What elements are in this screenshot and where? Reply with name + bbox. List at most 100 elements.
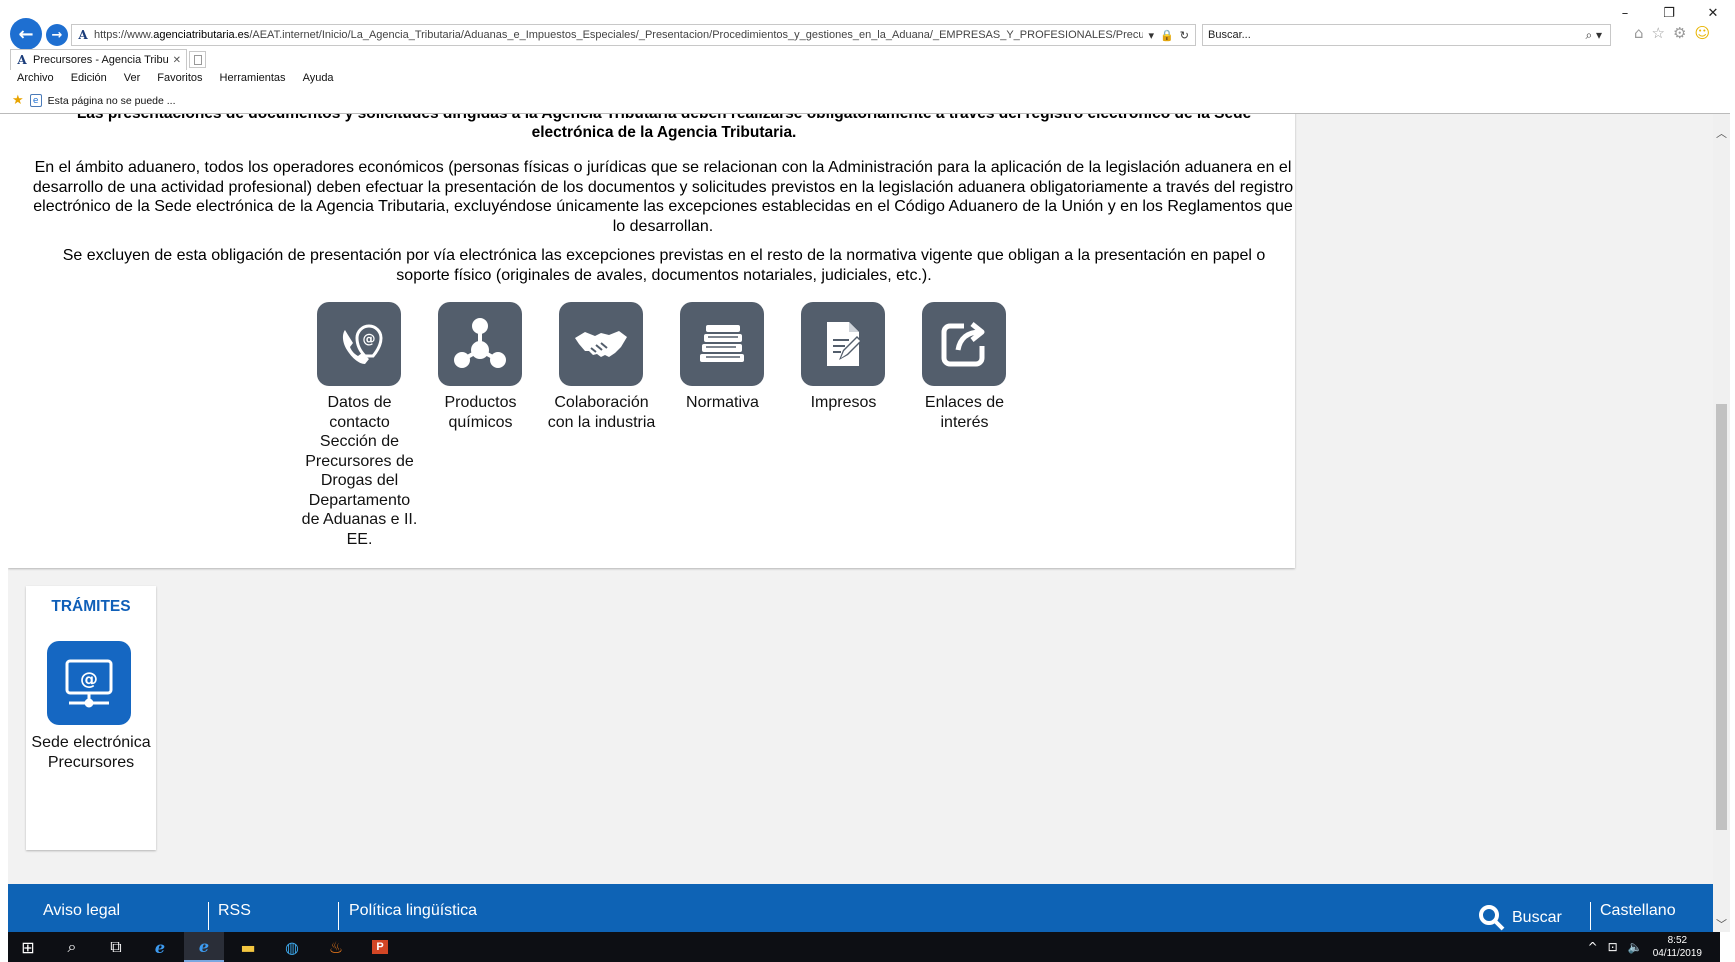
menu-bar: Archivo Edición Ver Favoritos Herramient… — [17, 72, 351, 84]
menu-ayuda[interactable]: Ayuda — [303, 72, 334, 84]
clock-date: 04/11/2019 — [1652, 948, 1702, 959]
new-tab-button[interactable] — [189, 51, 206, 68]
content-card: Las presentaciones de documentos y solic… — [8, 114, 1295, 568]
search-taskbar-icon[interactable]: ⌕ — [52, 932, 92, 962]
notice-text: Las presentaciones de documentos y solic… — [77, 114, 1251, 141]
window-controls: – ❐ ✕ — [1603, 0, 1735, 26]
menu-ver[interactable]: Ver — [124, 72, 141, 84]
browser-tab[interactable]: A Precursores - Agencia Tribu... ✕ — [10, 49, 187, 70]
tab-favicon: A — [17, 53, 27, 67]
footer-link-rss[interactable]: RSS — [218, 902, 251, 920]
home-icon[interactable]: ⌂ — [1634, 24, 1644, 42]
footer-divider — [208, 902, 209, 930]
footer-link-politica[interactable]: Política lingüística — [349, 902, 477, 920]
svg-text:@: @ — [80, 669, 98, 690]
volume-icon[interactable]: 🔈 — [1628, 940, 1643, 954]
globe-app-icon[interactable]: ◍ — [272, 932, 312, 962]
favorites-star-icon[interactable]: ★ — [12, 93, 24, 108]
scroll-up-icon[interactable]: ︿ — [1713, 124, 1730, 141]
page-icon: e — [29, 94, 42, 107]
minimize-button[interactable]: – — [1603, 0, 1647, 26]
favorites-item[interactable]: Esta página no se puede ... — [48, 95, 176, 107]
clock[interactable]: 8:52 04/11/2019 — [1653, 934, 1702, 960]
external-link-icon — [941, 322, 985, 367]
tile-label-links[interactable]: Enlaces de interés — [904, 393, 1025, 432]
gear-icon[interactable]: ⚙ — [1673, 24, 1686, 42]
windows-start-icon[interactable]: ⊞ — [8, 932, 48, 962]
menu-archivo[interactable]: Archivo — [17, 72, 54, 84]
chemicals-tile[interactable] — [438, 302, 522, 386]
windows-taskbar: ⊞ ⌕ ⧉ e e ▬ ◍ ♨ P ^ ⊡ 🔈 8:52 04/11/2019 — [8, 932, 1720, 962]
lock-icon[interactable]: 🔒 — [1160, 29, 1174, 42]
powerpoint-icon[interactable]: P — [360, 932, 400, 962]
sede-electronica-label[interactable]: Sede electrónica Precursores — [21, 733, 161, 772]
molecule-icon — [454, 318, 506, 368]
browser-tools: ⌂ ☆ ⚙ ☺ — [1634, 24, 1710, 42]
back-button[interactable]: ← — [10, 18, 42, 50]
tile-label-contact[interactable]: Datos de contacto Sección de Precursores… — [299, 393, 420, 549]
tile-label-forms[interactable]: Impresos — [783, 393, 904, 413]
task-view-icon[interactable]: ⧉ — [96, 932, 136, 962]
language-selector[interactable]: Castellano — [1600, 902, 1676, 920]
network-icon[interactable]: ⊡ — [1608, 940, 1618, 954]
url-path: /AEAT.internet/Inicio/La_Agencia_Tributa… — [249, 29, 1143, 41]
tab-title: Precursores - Agencia Tribu... — [33, 54, 168, 66]
smiley-icon[interactable]: ☺ — [1694, 24, 1710, 42]
tab-close-icon[interactable]: ✕ — [168, 55, 186, 66]
refresh-icon[interactable]: ↻ — [1180, 29, 1189, 42]
ie-icon[interactable]: e — [140, 932, 180, 962]
system-tray: ^ ⊡ 🔈 8:52 04/11/2019 — [1588, 932, 1702, 962]
footer-search-button[interactable]: Buscar — [1478, 904, 1562, 932]
site-footer: Aviso legal RSS Política lingüística Bus… — [8, 884, 1713, 932]
computer-at-icon: @ — [65, 659, 113, 708]
forward-button[interactable]: → — [46, 24, 68, 46]
url-prefix: https://www. — [94, 29, 154, 41]
tramites-title: TRÁMITES — [51, 598, 131, 615]
favorites-bar: ★ e Esta página no se puede ... — [12, 93, 176, 108]
tramites-card: TRÁMITES @ Sede electrónica Precursores — [26, 586, 156, 850]
file-explorer-icon[interactable]: ▬ — [228, 932, 268, 962]
links-tile[interactable] — [922, 302, 1006, 386]
star-icon[interactable]: ☆ — [1652, 24, 1665, 42]
url-domain: agenciatributaria.es — [153, 29, 250, 41]
browser-chrome: – ❐ ✕ ← → A https://www.agenciatributari… — [0, 0, 1735, 126]
search-icon[interactable]: ⌕ ▾ — [1585, 28, 1610, 43]
form-icon — [827, 322, 862, 366]
tile-label-chemicals[interactable]: Productos químicos — [420, 393, 541, 432]
arrow-right-icon: → — [51, 27, 63, 43]
address-bar[interactable]: A https://www.agenciatributaria.es/AEAT.… — [71, 24, 1196, 46]
menu-favoritos[interactable]: Favoritos — [157, 72, 202, 84]
flame-app-icon[interactable]: ♨ — [316, 932, 356, 962]
tile-label-regulations[interactable]: Normativa — [662, 393, 783, 413]
restore-button[interactable]: ❐ — [1647, 0, 1691, 26]
scroll-thumb[interactable] — [1716, 404, 1727, 830]
paragraph-1: En el ámbito aduanero, todos los operado… — [32, 159, 1294, 235]
clock-time: 8:52 — [1667, 935, 1688, 946]
books-icon — [700, 325, 744, 362]
new-tab-icon — [193, 54, 202, 65]
vertical-scrollbar[interactable]: ︿ ﹀ — [1713, 114, 1730, 932]
footer-link-aviso-legal[interactable]: Aviso legal — [43, 902, 120, 920]
search-input[interactable]: Buscar... — [1203, 29, 1585, 41]
menu-edicion[interactable]: Edición — [71, 72, 107, 84]
ie-active-icon[interactable]: e — [184, 932, 224, 962]
paragraph-2: Se excluyen de esta obligación de presen… — [62, 247, 1266, 284]
dropdown-icon[interactable]: ▾ — [1149, 29, 1155, 42]
regulations-tile[interactable] — [680, 302, 764, 386]
close-button[interactable]: ✕ — [1691, 0, 1735, 26]
contact-tile[interactable]: @ — [317, 302, 401, 386]
url-text[interactable]: https://www.agenciatributaria.es/AEAT.in… — [94, 29, 1143, 41]
scroll-down-icon[interactable]: ﹀ — [1713, 915, 1730, 932]
footer-divider — [1590, 902, 1591, 930]
industry-tile[interactable] — [559, 302, 643, 386]
tile-label-industry[interactable]: Colaboración con la industria — [541, 393, 662, 432]
handshake-icon — [575, 331, 627, 357]
forms-tile[interactable] — [801, 302, 885, 386]
sede-electronica-tile[interactable]: @ — [47, 641, 131, 725]
menu-herramientas[interactable]: Herramientas — [220, 72, 286, 84]
site-favicon: A — [78, 28, 88, 42]
arrow-left-icon: ← — [18, 23, 34, 45]
chevron-up-icon[interactable]: ^ — [1588, 940, 1598, 954]
svg-text:@: @ — [363, 332, 376, 347]
search-box[interactable]: Buscar... ⌕ ▾ — [1202, 24, 1611, 46]
